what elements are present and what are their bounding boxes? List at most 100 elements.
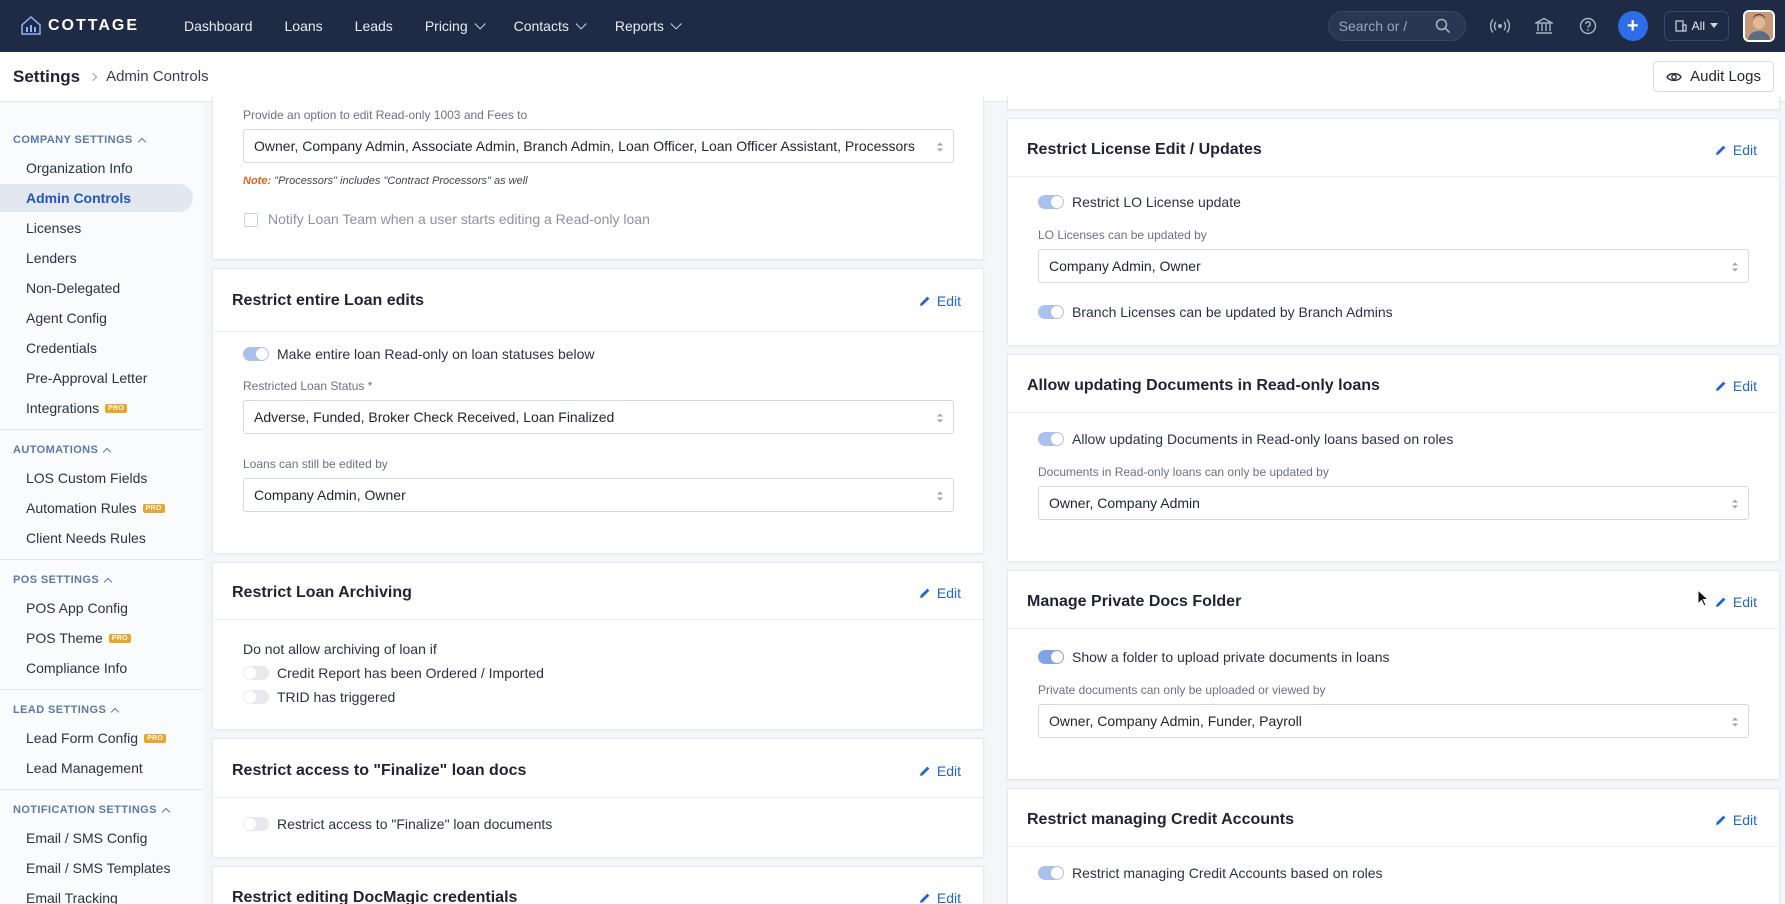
- sidebar-section-lead-settings[interactable]: LEAD SETTINGS: [0, 700, 120, 720]
- card-readonly-options: Provide an option to edit Read-only 1003…: [212, 96, 984, 260]
- sidebar-item-email-sms-config[interactable]: Email / SMS Config: [0, 824, 193, 852]
- avatar-image: [1745, 12, 1773, 40]
- card-manage-private-docs: Manage Private Docs Folder Edit Show a f…: [1007, 570, 1780, 780]
- sidebar-item-pos-theme[interactable]: POS Theme PRO: [0, 624, 193, 652]
- edited-by-select[interactable]: Company Admin, Owner: [243, 478, 954, 512]
- sidebar-item-credentials[interactable]: Credentials: [0, 334, 193, 362]
- note-prefix: Note:: [243, 175, 272, 187]
- edit-label: Edit: [936, 293, 961, 309]
- search-input[interactable]: [1338, 18, 1435, 34]
- nav-pricing[interactable]: Pricing: [409, 0, 498, 52]
- branch-license-toggle[interactable]: [1038, 305, 1064, 319]
- card-divider: [1008, 176, 1779, 177]
- help-icon[interactable]: [1574, 12, 1602, 40]
- global-search[interactable]: [1327, 11, 1466, 41]
- credit-accounts-toggle[interactable]: [1038, 866, 1064, 880]
- nav-contacts[interactable]: Contacts: [498, 0, 599, 52]
- edit-button[interactable]: Edit: [919, 293, 961, 309]
- sidebar-item-non-delegated[interactable]: Non-Delegated: [0, 274, 193, 302]
- building-icon: [1675, 20, 1687, 32]
- sidebar-item-pre-approval-letter[interactable]: Pre-Approval Letter: [0, 364, 193, 392]
- edit-button[interactable]: Edit: [1715, 142, 1757, 158]
- select-arrows-icon: [937, 491, 943, 501]
- sidebar-section-company-settings[interactable]: COMPANY SETTINGS: [0, 130, 146, 150]
- nav-dashboard[interactable]: Dashboard: [168, 0, 269, 52]
- sidebar-item-email-tracking[interactable]: Email Tracking: [0, 884, 193, 904]
- documents-updated-by-select[interactable]: Owner, Company Admin: [1038, 486, 1749, 520]
- brand[interactable]: COTTAGE: [20, 15, 168, 37]
- lo-license-updated-by-select[interactable]: Company Admin, Owner: [1038, 249, 1749, 283]
- broadcast-icon[interactable]: [1486, 12, 1514, 40]
- user-avatar[interactable]: [1743, 10, 1775, 42]
- section-title: POS SETTINGS: [13, 574, 100, 586]
- bank-icon[interactable]: [1530, 12, 1558, 40]
- sidebar-item-label: Lead Form Config: [26, 730, 139, 746]
- sidebar-item-lead-form-config[interactable]: Lead Form Config PRO: [0, 724, 193, 752]
- sidebar-section-notification-settings[interactable]: NOTIFICATION SETTINGS: [0, 800, 171, 820]
- entire-loan-readonly-toggle[interactable]: [243, 347, 269, 361]
- edit-button[interactable]: Edit: [1715, 812, 1757, 828]
- nav-label: Contacts: [513, 18, 569, 34]
- sidebar-item-organization-info[interactable]: Organization Info: [0, 154, 193, 182]
- sidebar-section-automations[interactable]: AUTOMATIONS: [0, 440, 112, 460]
- settings-sidebar: COMPANY SETTINGS Organization Info Admin…: [0, 103, 203, 904]
- card-restrict-finalize-docs: Restrict access to "Finalize" loan docs …: [212, 738, 984, 858]
- edit-label: Edit: [1732, 594, 1757, 610]
- finalize-toggle[interactable]: [243, 817, 269, 831]
- edit-button[interactable]: Edit: [1715, 378, 1757, 394]
- credit-report-toggle[interactable]: [243, 666, 269, 680]
- create-new-button[interactable]: +: [1617, 11, 1648, 41]
- edit-label: Edit: [1732, 812, 1757, 828]
- card-divider: [213, 797, 983, 798]
- private-docs-toggle[interactable]: [1038, 650, 1064, 664]
- edit-button[interactable]: Edit: [1715, 594, 1757, 610]
- edit-button[interactable]: Edit: [919, 890, 961, 904]
- card-title: Restrict License Edit / Updates: [1027, 141, 1262, 158]
- nav-leads[interactable]: Leads: [339, 0, 409, 52]
- edit-button[interactable]: Edit: [919, 585, 961, 601]
- lo-license-updated-by-label: LO Licenses can be updated by: [1038, 228, 1207, 242]
- trid-toggle[interactable]: [243, 690, 269, 704]
- sidebar-item-los-custom-fields[interactable]: LOS Custom Fields: [0, 464, 193, 492]
- pencil-icon: [1715, 145, 1726, 155]
- sidebar-item-compliance-info[interactable]: Compliance Info: [0, 654, 193, 682]
- audit-logs-button[interactable]: Audit Logs: [1653, 61, 1774, 92]
- nav-reports[interactable]: Reports: [599, 0, 694, 52]
- readonly-edit-roles-select[interactable]: Owner, Company Admin, Associate Admin, B…: [243, 129, 954, 163]
- sidebar-item-licenses[interactable]: Licenses: [0, 214, 193, 242]
- sidebar-section-pos-settings[interactable]: POS SETTINGS: [0, 570, 113, 590]
- company-scope-dropdown[interactable]: All: [1663, 11, 1729, 41]
- sidebar-item-client-needs-rules[interactable]: Client Needs Rules: [0, 524, 193, 552]
- sidebar-item-lenders[interactable]: Lenders: [0, 244, 193, 272]
- restricted-status-select[interactable]: Adverse, Funded, Broker Check Received, …: [243, 400, 954, 434]
- update-documents-label: Allow updating Documents in Read-only lo…: [1072, 431, 1454, 447]
- card-divider: [1008, 412, 1779, 413]
- sidebar-item-agent-config[interactable]: Agent Config: [0, 304, 193, 332]
- sidebar-item-pos-app-config[interactable]: POS App Config: [0, 594, 193, 622]
- sidebar-item-lead-management[interactable]: Lead Management: [0, 754, 193, 782]
- eye-icon: [1666, 72, 1682, 81]
- private-docs-roles-select[interactable]: Owner, Company Admin, Funder, Payroll: [1038, 704, 1749, 738]
- chevron-up-icon: [103, 577, 113, 586]
- breadcrumb-root[interactable]: Settings: [13, 67, 80, 87]
- lo-license-toggle[interactable]: [1038, 195, 1064, 209]
- branch-license-label: Branch Licenses can be updated by Branch…: [1072, 304, 1393, 320]
- pro-badge: PRO: [144, 733, 167, 743]
- card-title: Restrict managing Credit Accounts: [1027, 811, 1295, 828]
- section-title: NOTIFICATION SETTINGS: [13, 804, 157, 816]
- sidebar-item-integrations[interactable]: Integrations PRO: [0, 394, 193, 422]
- notify-loan-team-checkbox[interactable]: [244, 213, 258, 227]
- sidebar-item-email-sms-templates[interactable]: Email / SMS Templates: [0, 854, 193, 882]
- sidebar-item-automation-rules[interactable]: Automation Rules PRO: [0, 494, 193, 522]
- nav-loans[interactable]: Loans: [269, 0, 339, 52]
- caret-down-icon: [1710, 23, 1718, 28]
- pro-badge: PRO: [105, 403, 128, 413]
- sidebar-item-admin-controls[interactable]: Admin Controls: [0, 184, 193, 212]
- breadcrumb-current: Admin Controls: [106, 68, 209, 85]
- chevron-up-icon: [110, 707, 120, 716]
- sidebar-item-label: Organization Info: [26, 160, 133, 176]
- update-documents-toggle[interactable]: [1038, 432, 1064, 446]
- edit-button[interactable]: Edit: [919, 763, 961, 779]
- entire-loan-readonly-label: Make entire loan Read-only on loan statu…: [277, 346, 595, 362]
- breadcrumb-chevron-icon: [88, 72, 98, 81]
